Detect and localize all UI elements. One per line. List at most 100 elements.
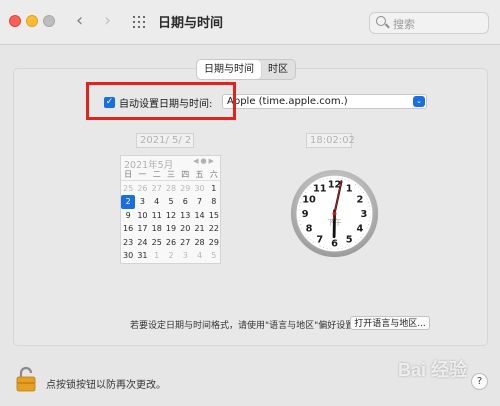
calendar-day[interactable]: 6 — [178, 195, 192, 208]
calendar-weekday: 一 — [138, 170, 147, 179]
calendar-weekday: 日 — [124, 170, 133, 179]
forward-icon[interactable]: › — [104, 11, 111, 31]
calendar-day[interactable]: 1 — [150, 249, 164, 262]
calendar-day[interactable]: 18 — [150, 222, 164, 235]
close-button[interactable] — [9, 15, 21, 27]
calendar-day[interactable]: 13 — [178, 209, 192, 222]
clock-minute-tick — [345, 179, 346, 181]
calendar-day[interactable]: 30 — [192, 182, 206, 195]
calendar-day[interactable]: 11 — [150, 209, 164, 222]
calendar-week-row: 30 31 1 2 3 4 5 — [121, 249, 221, 262]
clock-number: 5 — [346, 234, 353, 245]
calendar-day[interactable]: 16 — [121, 222, 135, 235]
calendar-day[interactable]: 12 — [164, 209, 178, 222]
calendar-day[interactable]: 2 — [164, 249, 178, 262]
clock-minute-tick — [310, 186, 312, 188]
calendar-weekday: 三 — [166, 170, 175, 179]
calendar-day[interactable]: 1 — [207, 182, 221, 195]
clock-minute-tick — [319, 245, 321, 247]
calendar-day[interactable]: 2 — [121, 195, 136, 209]
calendar-weekday: 四 — [181, 170, 190, 179]
clock-minute-tick — [323, 179, 324, 181]
calendar-day[interactable]: 14 — [192, 209, 206, 222]
calendar-day[interactable]: 20 — [178, 222, 192, 235]
zoom-button[interactable] — [43, 15, 55, 27]
calendar-day[interactable]: 24 — [135, 236, 149, 249]
calendar-day[interactable]: 5 — [164, 195, 178, 208]
calendar-day[interactable]: 22 — [207, 222, 221, 235]
calendar-day[interactable]: 31 — [135, 249, 149, 262]
clock-center-pin — [332, 211, 337, 216]
clock-number: 1 — [346, 184, 353, 195]
grid-icon[interactable] — [133, 16, 145, 28]
calendar-day[interactable]: 30 — [121, 249, 135, 262]
tab-time-zone[interactable]: 时区 — [261, 60, 295, 79]
clock-minute-tick — [368, 220, 370, 222]
calendar-day[interactable]: 29 — [207, 236, 221, 249]
calendar-week-row: 9 10 11 12 13 14 15 — [121, 209, 221, 222]
calendar-day[interactable]: 10 — [135, 209, 149, 222]
calendar-day[interactable]: 7 — [192, 195, 206, 208]
calendar-day[interactable]: 25 — [121, 182, 135, 195]
clock-minute-tick — [366, 198, 368, 200]
calendar-day[interactable]: 21 — [192, 222, 206, 235]
window-title: 日期与时间 — [158, 16, 224, 31]
open-language-region-button[interactable]: 打开语言与地区... — [350, 316, 430, 330]
clock-minute-tick — [348, 180, 350, 182]
calendar-day[interactable]: 26 — [164, 236, 178, 249]
calendar-day[interactable]: 25 — [150, 236, 164, 249]
format-note: 若要设定日期与时间格式，请使用"语言与地区"偏好设置。 — [130, 321, 364, 331]
clock-number: 4 — [357, 224, 364, 235]
annotation-highlight-box — [86, 82, 236, 120]
calendar-week-row: 16 17 18 19 20 21 22 — [121, 222, 221, 235]
calendar-day[interactable]: 19 — [164, 222, 178, 235]
calendar-day[interactable]: 28 — [164, 182, 178, 195]
calendar-day[interactable]: 23 — [121, 236, 135, 249]
calendar-nav-controls: ◀●▶ — [193, 157, 216, 165]
time-server-value: Apple (time.apple.com.) — [227, 96, 348, 107]
clock-minute-tick — [326, 178, 328, 180]
clock-minute-tick — [300, 202, 302, 203]
clock-minute-tick — [354, 184, 356, 186]
minimize-button[interactable] — [26, 15, 38, 27]
search-input[interactable]: 搜索 — [369, 12, 489, 34]
clock-minute-tick — [357, 239, 359, 241]
search-icon — [376, 16, 386, 26]
calendar-day[interactable]: 8 — [207, 195, 221, 208]
tab-date-time[interactable]: 日期与时间 — [197, 60, 261, 79]
calendar-day[interactable]: 3 — [178, 249, 192, 262]
calendar-day[interactable]: 9 — [121, 209, 135, 222]
time-server-select[interactable]: Apple (time.apple.com.) ⌄ — [222, 94, 427, 109]
calendar-day[interactable]: 3 — [135, 195, 149, 208]
calendar-day[interactable]: 29 — [178, 182, 192, 195]
clock-minute-tick — [301, 227, 303, 229]
date-field: 2021/ 5/ 2 — [136, 133, 194, 148]
calendar-grid: 25 26 27 28 29 30 1 2 3 4 5 6 7 8 9 10 11 12 13 14 15 16 17 18 1… — [121, 182, 221, 262]
calendar-day[interactable]: 5 — [207, 249, 221, 262]
calendar-day[interactable]: 4 — [150, 195, 164, 208]
calendar-week-row: 25 26 27 28 29 30 1 — [121, 182, 221, 195]
clock-minute-tick — [330, 248, 332, 250]
clock-minute-tick — [299, 220, 301, 222]
clock-number: 11 — [313, 184, 327, 195]
tab-bar: 日期与时间 时区 — [196, 59, 296, 80]
clock-minute-tick — [360, 236, 362, 238]
settings-panel — [13, 68, 488, 346]
clock-minute-tick — [369, 209, 371, 211]
calendar-day[interactable]: 15 — [207, 209, 221, 222]
clock-number: 7 — [316, 234, 323, 245]
lock-icon[interactable] — [16, 366, 36, 392]
search-placeholder: 搜索 — [393, 18, 415, 31]
clock-minute-tick — [369, 216, 371, 218]
calendar-day[interactable]: 27 — [150, 182, 164, 195]
calendar-day[interactable]: 28 — [192, 236, 206, 249]
clock-minute-tick — [348, 245, 350, 247]
help-button[interactable]: ? — [471, 373, 488, 390]
back-icon[interactable]: ‹ — [76, 11, 83, 31]
calendar-day[interactable]: 26 — [135, 182, 149, 195]
calendar-day[interactable]: 17 — [135, 222, 149, 235]
clock-minute-tick — [310, 239, 312, 241]
calendar-weekday: 五 — [195, 170, 204, 179]
calendar-day[interactable]: 4 — [192, 249, 206, 262]
calendar-day[interactable]: 27 — [178, 236, 192, 249]
